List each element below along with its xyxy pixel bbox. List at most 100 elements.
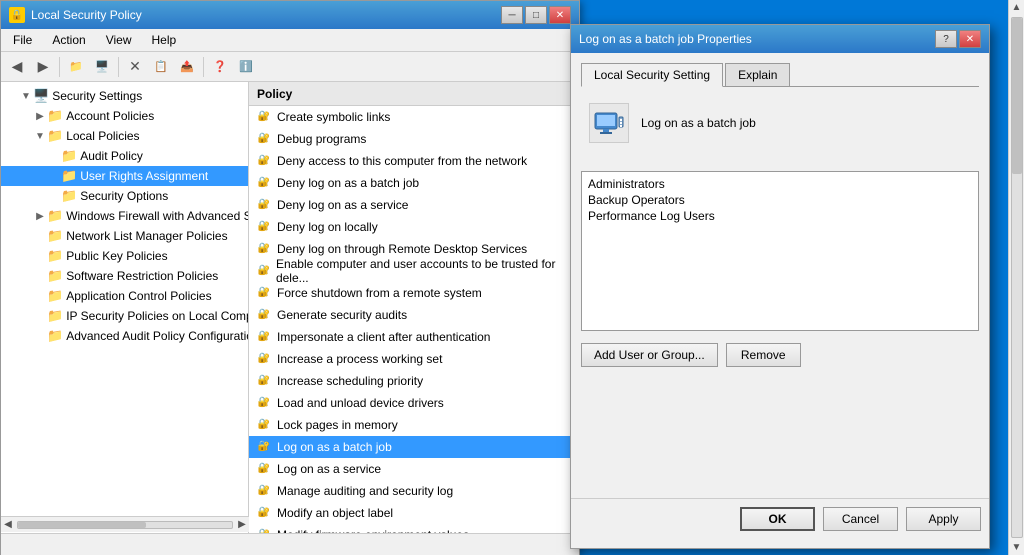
users-listbox[interactable]: Administrators Backup Operators Performa…: [581, 171, 979, 331]
ok-button[interactable]: OK: [740, 507, 815, 531]
dialog-tabs: Local Security Setting Explain: [581, 63, 979, 87]
policy-item[interactable]: 🔐Deny log on locally: [249, 216, 579, 238]
policy-item[interactable]: 🔐Modify an object label: [249, 502, 579, 524]
export-button[interactable]: 📤: [175, 55, 199, 79]
main-vscroll[interactable]: ▲ ▼: [1008, 0, 1024, 555]
sidebar-item-software-restriction[interactable]: 📁 Software Restriction Policies: [1, 266, 248, 286]
show-hide-button[interactable]: 🖥️: [90, 55, 114, 79]
policy-item-icon: 🔐: [257, 285, 273, 301]
app-icon: 🔒: [9, 7, 25, 23]
cancel-button[interactable]: Cancel: [823, 507, 898, 531]
apply-button[interactable]: Apply: [906, 507, 981, 531]
sidebar-label-account-policies: Account Policies: [66, 109, 154, 123]
sidebar-item-ip-security[interactable]: 📁 IP Security Policies on Local Computer: [1, 306, 248, 326]
policy-item[interactable]: 🔐Log on as a service: [249, 458, 579, 480]
user-management-buttons: Add User or Group... Remove: [581, 343, 979, 367]
up-button[interactable]: 📁: [64, 55, 88, 79]
policy-item[interactable]: 🔐Deny log on as a batch job: [249, 172, 579, 194]
help-button[interactable]: ❓: [208, 55, 232, 79]
expand-icon-lp: ▼: [33, 131, 47, 142]
hscroll-track[interactable]: [17, 521, 233, 529]
sidebar-item-application-control[interactable]: 📁 Application Control Policies: [1, 286, 248, 306]
dialog-help-button[interactable]: ?: [935, 30, 957, 48]
vscroll-thumb: [1012, 18, 1022, 174]
policy-item[interactable]: 🔐Load and unload device drivers: [249, 392, 579, 414]
policy-item[interactable]: 🔐Modify firmware environment values: [249, 524, 579, 533]
policy-item[interactable]: 🔐Log on as a batch job: [249, 436, 579, 458]
policy-item-label: Force shutdown from a remote system: [277, 286, 482, 300]
sidebar-item-public-key[interactable]: 📁 Public Key Policies: [1, 246, 248, 266]
policy-item[interactable]: 🔐Increase a process working set: [249, 348, 579, 370]
sidebar-item-security-settings[interactable]: ▼ 🖥️ Security Settings: [1, 86, 248, 106]
policy-item-icon: 🔐: [257, 461, 273, 477]
policy-item-icon: 🔐: [257, 263, 272, 279]
sidebar-item-local-policies[interactable]: ▼ 📁 Local Policies: [1, 126, 248, 146]
dialog-content: Local Security Setting Explain: [571, 53, 989, 498]
sidebar-item-advanced-audit[interactable]: 📁 Advanced Audit Policy Configuration: [1, 326, 248, 346]
maximize-button[interactable]: □: [525, 6, 547, 24]
info-button[interactable]: ℹ️: [234, 55, 258, 79]
folder-icon-lp: 📁: [47, 128, 63, 144]
policy-list-header: Policy: [249, 82, 579, 106]
vscroll-track[interactable]: [1011, 17, 1023, 538]
sidebar-hscroll[interactable]: ◀ ▶: [1, 516, 249, 532]
menu-action[interactable]: Action: [44, 31, 93, 49]
policy-item[interactable]: 🔐Create symbolic links: [249, 106, 579, 128]
sidebar-label-security-options: Security Options: [80, 189, 168, 203]
minimize-button[interactable]: ─: [501, 6, 523, 24]
policy-item-icon: 🔐: [257, 241, 273, 257]
vscroll-up[interactable]: ▲: [1010, 0, 1024, 15]
remove-button[interactable]: Remove: [726, 343, 801, 367]
policy-item-icon: 🔐: [257, 307, 273, 323]
add-user-or-group-button[interactable]: Add User or Group...: [581, 343, 718, 367]
vscroll-down[interactable]: ▼: [1010, 540, 1024, 555]
close-button[interactable]: ✕: [549, 6, 571, 24]
policy-item[interactable]: 🔐Generate security audits: [249, 304, 579, 326]
delete-button[interactable]: ✕: [123, 55, 147, 79]
policy-item[interactable]: 🔐Deny access to this computer from the n…: [249, 150, 579, 172]
properties-button[interactable]: 📋: [149, 55, 173, 79]
policy-icon-img: 🔐: [257, 461, 271, 475]
sidebar-label-audit-policy: Audit Policy: [80, 149, 143, 163]
policy-item[interactable]: 🔐Enable computer and user accounts to be…: [249, 260, 579, 282]
sidebar-item-network-list[interactable]: 📁 Network List Manager Policies: [1, 226, 248, 246]
sidebar-label-application-control: Application Control Policies: [66, 289, 211, 303]
dialog-close-button[interactable]: ✕: [959, 30, 981, 48]
policy-item-label: Modify firmware environment values: [277, 528, 469, 533]
forward-button[interactable]: ▶: [31, 55, 55, 79]
policy-item[interactable]: 🔐Deny log on as a service: [249, 194, 579, 216]
policy-item[interactable]: 🔐Lock pages in memory: [249, 414, 579, 436]
sidebar-item-security-options[interactable]: 📁 Security Options: [1, 186, 248, 206]
tab-explain[interactable]: Explain: [725, 63, 790, 86]
sidebar-item-audit-policy[interactable]: 📁 Audit Policy: [1, 146, 248, 166]
user-item-performance-log-users[interactable]: Performance Log Users: [586, 208, 974, 224]
policy-item-label: Manage auditing and security log: [277, 484, 453, 498]
sidebar-item-user-rights[interactable]: 📁 User Rights Assignment: [1, 166, 248, 186]
menu-view[interactable]: View: [98, 31, 140, 49]
policy-item[interactable]: 🔐Manage auditing and security log: [249, 480, 579, 502]
policy-icon-img: 🔐: [257, 175, 271, 189]
sidebar-item-windows-firewall[interactable]: ▶ 📁 Windows Firewall with Advanced Secu.…: [1, 206, 248, 226]
policy-item-icon: 🔐: [257, 329, 273, 345]
hscroll-left[interactable]: ◀: [1, 519, 15, 530]
user-item-backup-operators[interactable]: Backup Operators: [586, 192, 974, 208]
policy-desc-text: Log on as a batch job: [641, 116, 756, 130]
back-button[interactable]: ◀: [5, 55, 29, 79]
window-controls: ─ □ ✕: [501, 6, 571, 24]
policy-icon-img: 🔐: [257, 395, 271, 409]
policy-item[interactable]: 🔐 Force shutdown from a remote system: [249, 282, 579, 304]
policy-item[interactable]: 🔐Impersonate a client after authenticati…: [249, 326, 579, 348]
tab-local-security-setting[interactable]: Local Security Setting: [581, 63, 723, 87]
sidebar[interactable]: ▼ 🖥️ Security Settings ▶ 📁 Account Polic…: [1, 82, 249, 533]
policy-item[interactable]: 🔐Debug programs: [249, 128, 579, 150]
menu-file[interactable]: File: [5, 31, 40, 49]
hscroll-right[interactable]: ▶: [235, 519, 249, 530]
policy-item[interactable]: 🔐Increase scheduling priority: [249, 370, 579, 392]
policy-icon-img: 🔐: [257, 373, 271, 387]
sidebar-label-advanced-audit: Advanced Audit Policy Configuration: [66, 329, 249, 343]
policy-icon-img: 🔐: [257, 417, 271, 431]
sidebar-item-account-policies[interactable]: ▶ 📁 Account Policies: [1, 106, 248, 126]
user-item-administrators[interactable]: Administrators: [586, 176, 974, 192]
policy-icon-img: 🔐: [257, 109, 271, 123]
menu-help[interactable]: Help: [144, 31, 185, 49]
